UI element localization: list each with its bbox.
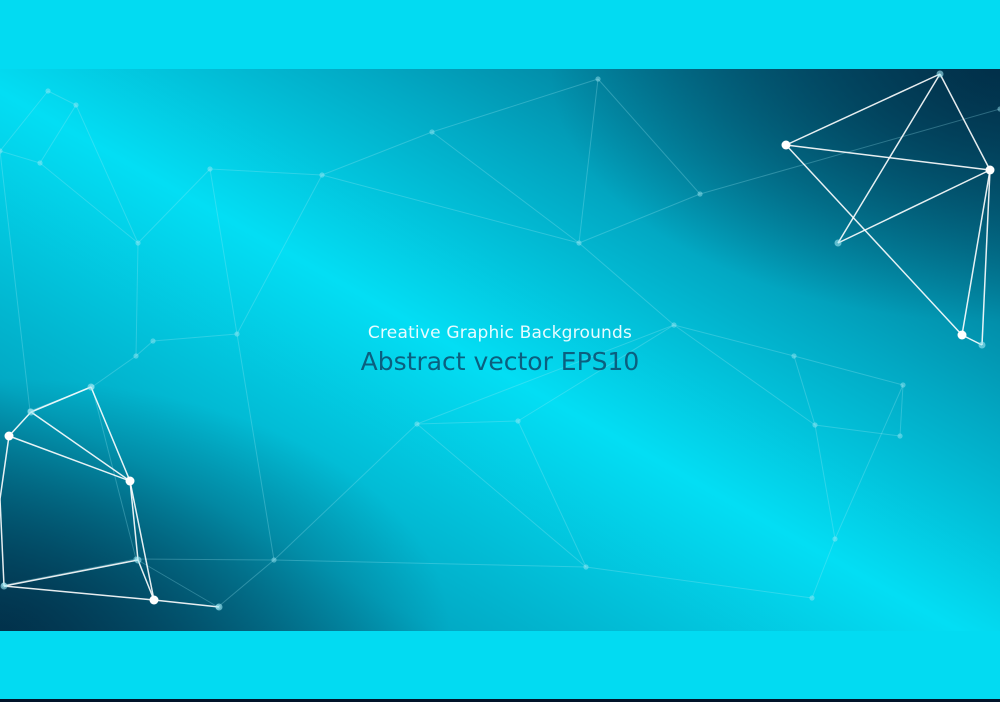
mesh-node bbox=[73, 102, 79, 108]
mesh-node bbox=[809, 595, 815, 601]
mesh-node bbox=[125, 476, 135, 486]
mesh-node bbox=[37, 160, 43, 166]
mesh-node bbox=[134, 556, 142, 564]
gradient-panel: Creative Graphic Backgrounds Abstract ve… bbox=[0, 69, 1000, 631]
headline-block: Creative Graphic Backgrounds Abstract ve… bbox=[0, 321, 1000, 378]
mesh-node bbox=[985, 165, 995, 175]
mesh-node bbox=[576, 240, 582, 246]
mesh-node bbox=[897, 433, 903, 439]
mesh-node bbox=[207, 166, 213, 172]
mesh-node bbox=[515, 418, 521, 424]
mesh-node bbox=[149, 595, 159, 605]
mesh-node bbox=[87, 383, 95, 391]
headline-title: Creative Graphic Backgrounds bbox=[367, 323, 633, 343]
background-canvas: Creative Graphic Backgrounds Abstract ve… bbox=[0, 0, 1000, 702]
mesh-node bbox=[834, 239, 842, 247]
mesh-node bbox=[0, 582, 8, 590]
mesh-node bbox=[319, 172, 325, 178]
mesh-node bbox=[936, 70, 944, 78]
mesh-node bbox=[812, 422, 818, 428]
mesh-node bbox=[583, 564, 589, 570]
mesh-node bbox=[697, 191, 703, 197]
mesh-node bbox=[45, 88, 51, 94]
mesh-node bbox=[271, 557, 277, 563]
headline-subtitle: Abstract vector EPS10 bbox=[360, 347, 640, 376]
mesh-node bbox=[781, 140, 791, 150]
mesh-node bbox=[832, 536, 838, 542]
top-band bbox=[0, 0, 1000, 69]
mesh-node bbox=[429, 129, 435, 135]
mesh-node bbox=[595, 76, 601, 82]
mesh-node bbox=[135, 240, 141, 246]
mesh-node bbox=[4, 431, 14, 441]
mesh-node bbox=[900, 382, 906, 388]
mesh-node bbox=[27, 408, 35, 416]
bottom-band bbox=[0, 631, 1000, 699]
mesh-node bbox=[215, 603, 223, 611]
mesh-node bbox=[414, 421, 420, 427]
